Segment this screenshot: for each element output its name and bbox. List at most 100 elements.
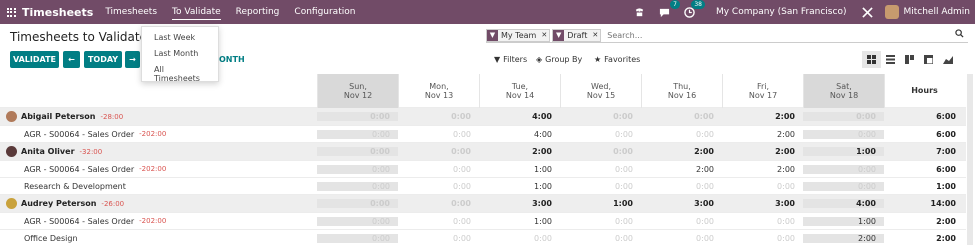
row-label: AGR - S00064 - Sales Order -202:00 xyxy=(0,165,317,174)
facet-value: Draft xyxy=(567,30,588,40)
graph-view-icon[interactable] xyxy=(938,51,957,68)
overtime-diff: -202:00 xyxy=(139,217,167,225)
hours-cell[interactable]: 0:00 xyxy=(803,129,884,139)
hours-cell[interactable]: 0:00 xyxy=(317,181,398,191)
app-brand[interactable]: Timesheets xyxy=(22,6,93,19)
row-total: 7:00 xyxy=(936,147,956,156)
employee-group-row[interactable]: Abigail Peterson -28:00 0:00 0:00 4:00 0:00 0:… xyxy=(0,108,966,126)
dropdown-item-all-timesheets[interactable]: All Timesheets xyxy=(142,62,218,83)
kanban-view-icon[interactable] xyxy=(900,51,919,68)
hours-cell[interactable]: 0:00 xyxy=(398,234,479,243)
total-header: Hours xyxy=(884,73,964,108)
search-bar: ▼ My Team ✕ ▼ Draft ✕ xyxy=(486,28,968,43)
hours-cell[interactable]: 0:00 xyxy=(398,130,479,139)
dropdown-item-last-week[interactable]: Last Week xyxy=(142,30,218,46)
hours-cell: 2:00 xyxy=(775,147,795,156)
hours-cell[interactable]: 0:00 xyxy=(317,233,398,243)
hours-cell[interactable]: 0:00 xyxy=(479,234,560,243)
task-row[interactable]: AGR - S00064 - Sales Order -202:00 0:00 0:0… xyxy=(0,161,966,178)
column-header: Sun, Nov 12 xyxy=(317,73,398,108)
star-icon: ★ xyxy=(594,55,602,64)
user-name[interactable]: Mitchell Admin xyxy=(903,7,970,17)
hours-cell: 2:00 xyxy=(775,112,795,121)
company-switcher[interactable]: My Company (San Francisco) xyxy=(716,7,846,17)
hours-cell[interactable]: 0:00 xyxy=(398,217,479,226)
range-month-button[interactable]: ONTH xyxy=(219,55,245,64)
task-row[interactable]: AGR - S00064 - Sales Order -202:00 0:00 0:0… xyxy=(0,126,966,143)
hours-cell: 0:00 xyxy=(613,147,633,156)
overtime-diff: -202:00 xyxy=(139,165,167,173)
hours-cell[interactable]: 0:00 xyxy=(641,217,722,226)
phone-icon[interactable] xyxy=(633,5,647,19)
next-button[interactable]: → xyxy=(125,51,140,68)
row-label: Research & Development xyxy=(0,182,317,191)
list-view-icon[interactable] xyxy=(881,51,900,68)
chat-icon[interactable]: 7 xyxy=(658,0,680,19)
hours-cell[interactable]: 0:00 xyxy=(560,165,641,174)
hours-cell[interactable]: 0:00 xyxy=(317,129,398,139)
row-label: Abigail Peterson -28:00 xyxy=(0,111,317,122)
hours-cell[interactable]: 0:00 xyxy=(398,182,479,191)
hours-cell[interactable]: 0:00 xyxy=(560,182,641,191)
hours-cell[interactable]: 2:00 xyxy=(722,130,803,139)
hours-cell[interactable]: 0:00 xyxy=(317,216,398,226)
hours-cell[interactable]: 1:00 xyxy=(479,165,560,174)
hours-cell[interactable]: 0:00 xyxy=(641,130,722,139)
header-date: Nov 14 xyxy=(505,90,535,100)
menu-reporting[interactable]: Reporting xyxy=(236,5,280,19)
hours-cell[interactable]: 2:00 xyxy=(722,165,803,174)
user-avatar[interactable] xyxy=(885,5,900,19)
hours-cell[interactable]: 0:00 xyxy=(398,165,479,174)
hours-cell[interactable]: 0:00 xyxy=(722,217,803,226)
row-total: 6:00 xyxy=(936,164,956,174)
task-row[interactable]: AGR - S00064 - Sales Order -202:00 0:00 0:0… xyxy=(0,213,966,230)
hours-cell[interactable]: 0:00 xyxy=(722,234,803,243)
header-date: Nov 17 xyxy=(748,90,778,100)
vertical-scrollbar[interactable] xyxy=(967,74,973,245)
employee-group-row[interactable]: Anita Oliver -32:00 0:00 0:00 2:00 0:00 2:00 2:… xyxy=(0,143,966,161)
app-menu-icon[interactable] xyxy=(0,0,22,24)
facet-remove-icon[interactable]: ✕ xyxy=(539,30,549,41)
hours-cell[interactable]: 4:00 xyxy=(479,130,560,139)
menu-to-validate[interactable]: To Validate xyxy=(172,5,221,20)
hours-cell[interactable]: 2:00 xyxy=(803,233,884,243)
hours-cell[interactable]: 0:00 xyxy=(803,164,884,174)
hours-cell[interactable]: 1:00 xyxy=(479,217,560,226)
row-name: AGR - S00064 - Sales Order xyxy=(24,129,135,139)
hours-cell[interactable]: 2:00 xyxy=(641,165,722,174)
task-row[interactable]: Office Design 0:00 0:00 0:00 0:00 0:00 0:00 2:0… xyxy=(0,230,966,245)
facet-remove-icon[interactable]: ✕ xyxy=(590,30,600,41)
hours-cell[interactable]: 0:00 xyxy=(641,234,722,243)
pivot-view-icon[interactable] xyxy=(919,51,938,68)
filters-button[interactable]: ▼ Filters xyxy=(494,55,527,64)
hours-cell[interactable]: 0:00 xyxy=(722,182,803,191)
hours-cell[interactable]: 1:00 xyxy=(803,216,884,226)
favorites-button[interactable]: ★ Favorites xyxy=(594,55,640,64)
header-day: Thu, xyxy=(673,81,691,91)
hours-cell[interactable]: 0:00 xyxy=(641,182,722,191)
search-icon[interactable] xyxy=(955,29,964,41)
hours-cell[interactable]: 0:00 xyxy=(560,130,641,139)
today-button[interactable]: TODAY xyxy=(84,51,122,68)
hours-cell[interactable]: 0:00 xyxy=(803,181,884,191)
search-input[interactable] xyxy=(607,30,948,40)
menu-timesheets[interactable]: Timesheets xyxy=(105,5,157,19)
menu-configuration[interactable]: Configuration xyxy=(294,5,355,19)
filter-icon: ▼ xyxy=(487,29,498,41)
hours-cell[interactable]: 0:00 xyxy=(560,217,641,226)
task-row[interactable]: Research & Development 0:00 0:00 1:00 0:00 0:… xyxy=(0,178,966,195)
previous-button[interactable]: ← xyxy=(63,51,80,68)
group-by-button[interactable]: ◈ Group By xyxy=(536,55,582,64)
employee-group-row[interactable]: Audrey Peterson -26:00 0:00 0:00 3:00 1:00 3:0… xyxy=(0,195,966,213)
grid-view-icon[interactable] xyxy=(862,51,881,68)
hours-cell[interactable]: 1:00 xyxy=(479,182,560,191)
clock-icon[interactable]: 38 xyxy=(683,0,705,19)
hours-cell: 0:00 xyxy=(451,112,471,121)
tools-icon[interactable] xyxy=(860,5,874,19)
hours-cell[interactable]: 0:00 xyxy=(317,164,398,174)
dropdown-item-last-month[interactable]: Last Month xyxy=(142,46,218,62)
filter-icon: ▼ xyxy=(553,29,565,41)
hours-cell: 0:00 xyxy=(803,112,884,121)
hours-cell[interactable]: 0:00 xyxy=(560,234,641,243)
validate-button[interactable]: VALIDATE xyxy=(10,51,59,68)
